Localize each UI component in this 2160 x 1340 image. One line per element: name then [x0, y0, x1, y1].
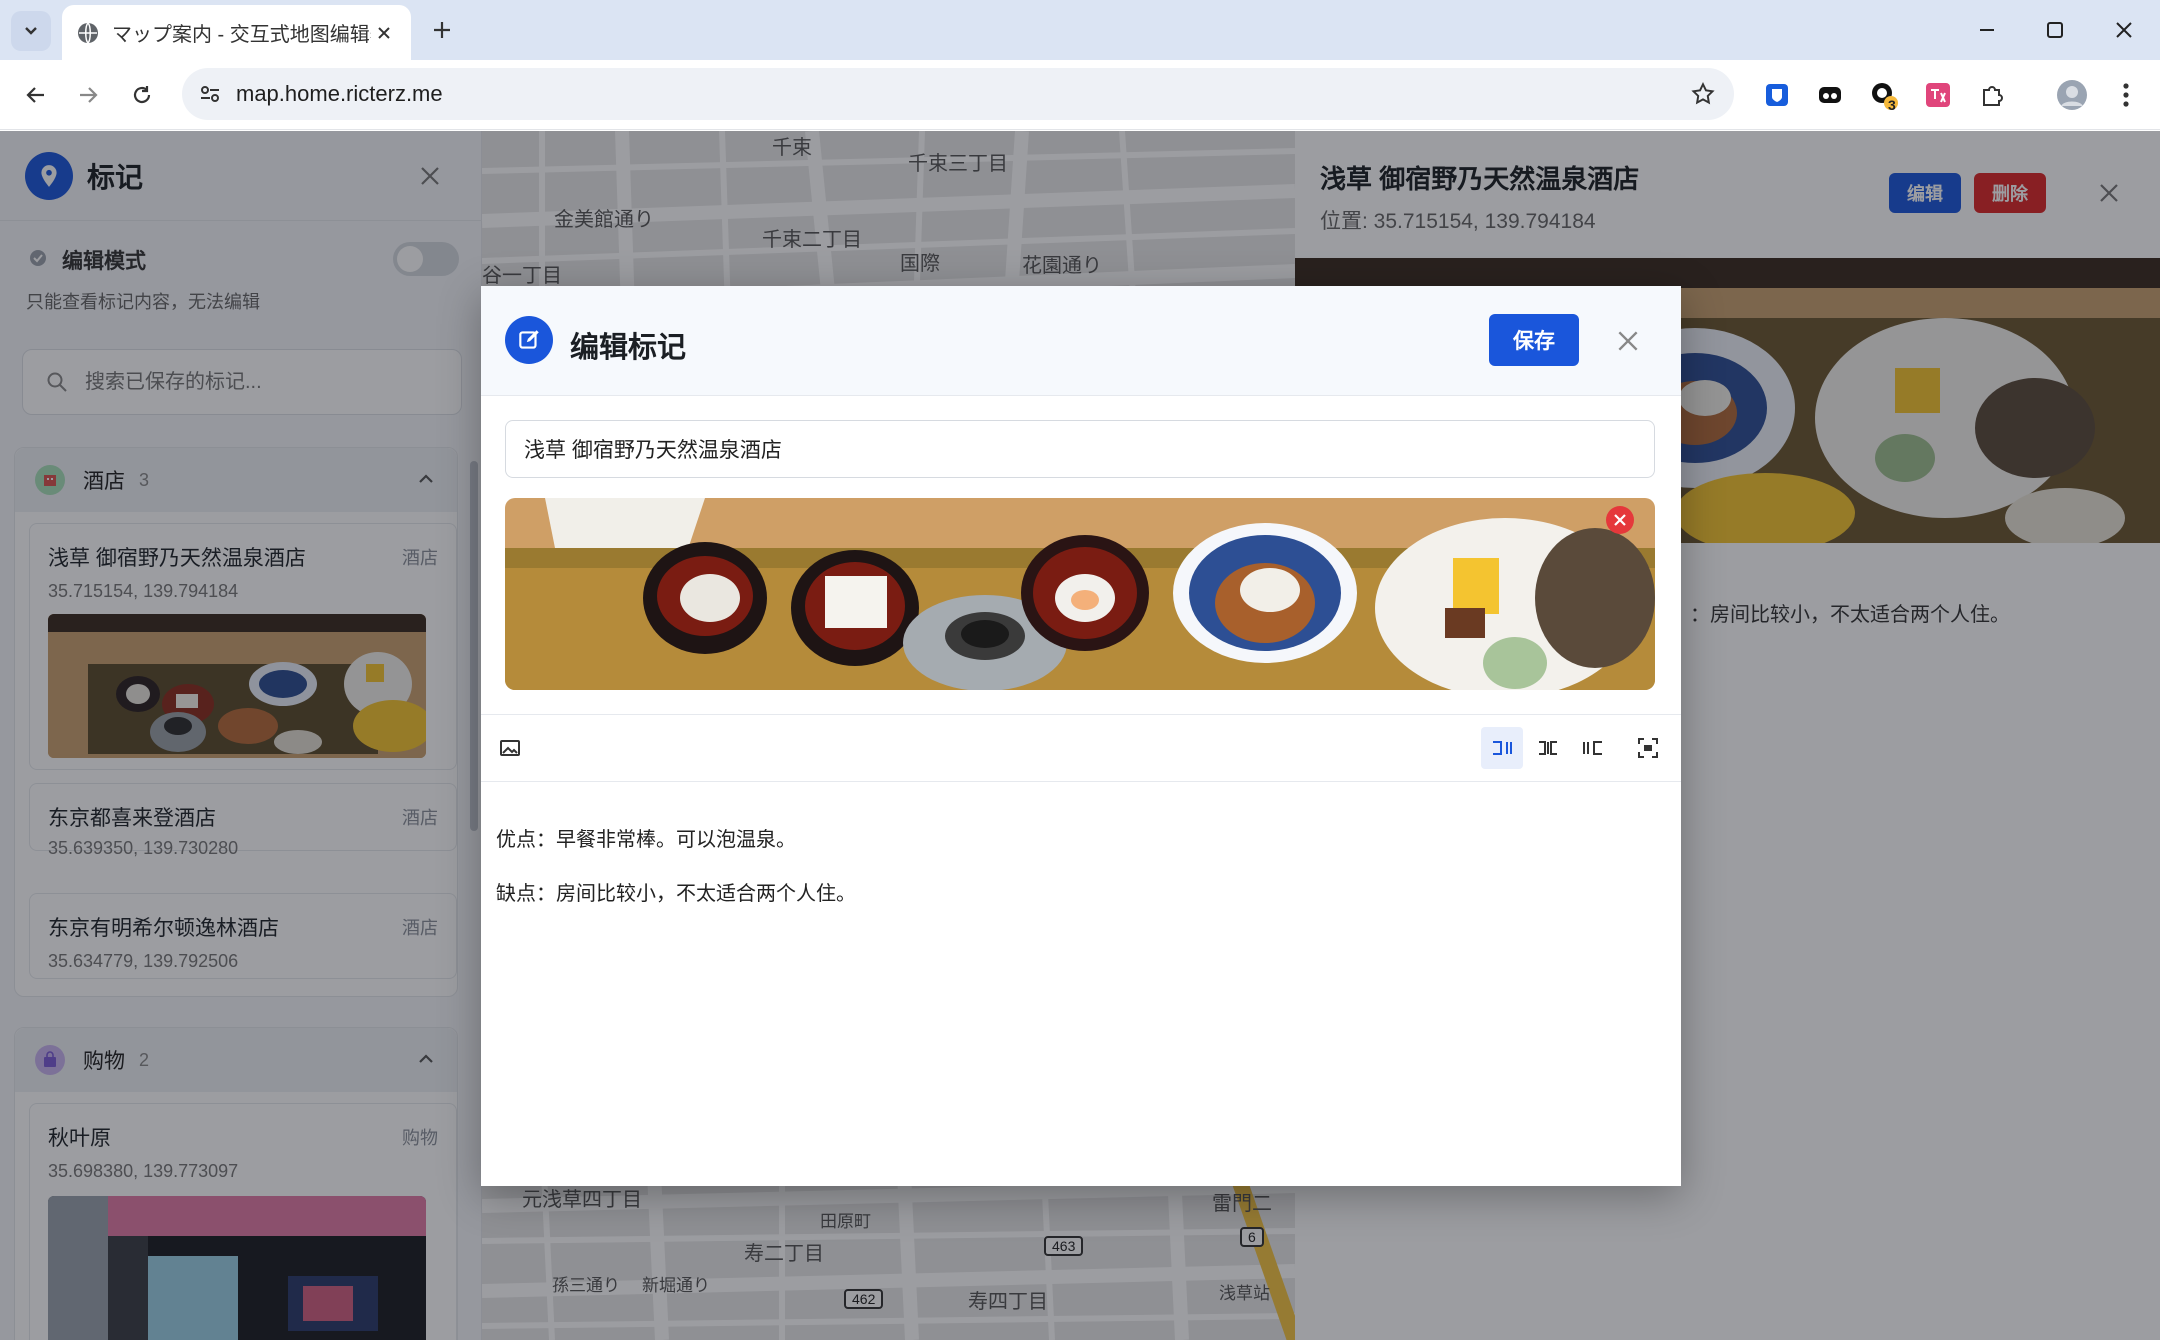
close-icon: [1614, 514, 1626, 526]
extension-bitwarden-icon[interactable]: [1757, 75, 1797, 115]
browser-tab[interactable]: マップ案内 - 交互式地图编辑器: [62, 5, 411, 60]
browser-menu-icon[interactable]: [2106, 75, 2146, 115]
align-right-button[interactable]: [1572, 727, 1614, 769]
marker-name-input[interactable]: 浅草 御宿野乃天然温泉酒店: [505, 420, 1655, 478]
align-center-button[interactable]: [1527, 727, 1569, 769]
insert-image-button[interactable]: [489, 727, 531, 769]
remove-photo-button[interactable]: [1606, 506, 1634, 534]
reload-button[interactable]: [122, 75, 162, 115]
align-center-icon: [1539, 741, 1557, 755]
note-line: 优点：早餐非常棒。可以泡温泉。: [496, 829, 796, 851]
profile-avatar[interactable]: [2052, 75, 2092, 115]
extension-notify-icon[interactable]: 3: [1864, 75, 1904, 115]
tab-search-button[interactable]: [11, 11, 51, 51]
minimize-button[interactable]: [1962, 10, 2012, 50]
new-tab-button[interactable]: [424, 12, 460, 48]
align-right-icon: [1583, 741, 1602, 755]
maximize-icon: [2047, 22, 2063, 38]
tab-strip: マップ案内 - 交互式地图编辑器: [0, 0, 2160, 60]
modal-photo-breakfast: [505, 498, 1655, 690]
maximize-button[interactable]: [2030, 10, 2080, 50]
edit-pencil-icon: [505, 316, 553, 364]
edit-marker-modal: 编辑标记 保存 浅草 御宿野乃天然温泉酒店 优点：早餐非常棒。可以泡温泉。 缺点…: [481, 286, 1681, 1186]
chevron-down-icon: [25, 27, 37, 35]
site-settings-icon[interactable]: [198, 82, 222, 106]
tab-close-icon[interactable]: [371, 20, 397, 46]
extensions-puzzle-icon[interactable]: [1972, 75, 2012, 115]
align-left-icon: [1493, 741, 1512, 755]
note-editor[interactable]: 优点：早餐非常棒。可以泡温泉。 缺点：房间比较小，不太适合两个人住。: [496, 800, 1666, 935]
extension-mask-icon[interactable]: [1810, 75, 1850, 115]
fullscreen-button[interactable]: [1627, 727, 1669, 769]
save-button[interactable]: 保存: [1489, 314, 1579, 366]
plus-icon: [434, 22, 450, 38]
tab-title: マップ案内 - 交互式地图编辑器: [112, 24, 371, 46]
globe-icon: [78, 21, 98, 44]
note-line: 缺点：房间比较小，不太适合两个人住。: [496, 883, 856, 905]
arrow-right-icon: [80, 87, 98, 103]
modal-title: 编辑标记: [570, 332, 687, 364]
image-icon: [500, 740, 520, 756]
forward-button[interactable]: [68, 75, 108, 115]
url-text: map.home.ricterz.me: [236, 81, 443, 106]
fullscreen-icon: [1638, 738, 1658, 758]
bookmark-star-icon[interactable]: [1690, 81, 1716, 107]
back-button[interactable]: [16, 75, 56, 115]
editor-toolbar: [481, 714, 1681, 782]
browser-toolbar: map.home.ricterz.me 3: [0, 60, 2160, 130]
address-bar[interactable]: map.home.ricterz.me: [182, 68, 1734, 120]
close-icon: [2116, 22, 2132, 38]
modal-header: 编辑标记 保存: [481, 286, 1681, 396]
reload-icon: [133, 86, 151, 104]
minimize-icon: [1980, 29, 1994, 31]
extension-translate-icon[interactable]: [1918, 75, 1958, 115]
modal-close-icon[interactable]: [1615, 328, 1641, 359]
arrow-left-icon: [26, 87, 44, 103]
window-close-button[interactable]: [2099, 10, 2149, 50]
page-viewport: 标记 编辑模式 只能查看标记内容，无法编辑 搜索已保存的标记... 酒店 3 浅…: [0, 131, 2160, 1340]
browser-window: マップ案内 - 交互式地图编辑器 map.home.ricterz.me 3 标…: [0, 0, 2160, 1340]
align-left-button[interactable]: [1481, 727, 1523, 769]
extension-badge-count: 3: [1888, 97, 1896, 113]
